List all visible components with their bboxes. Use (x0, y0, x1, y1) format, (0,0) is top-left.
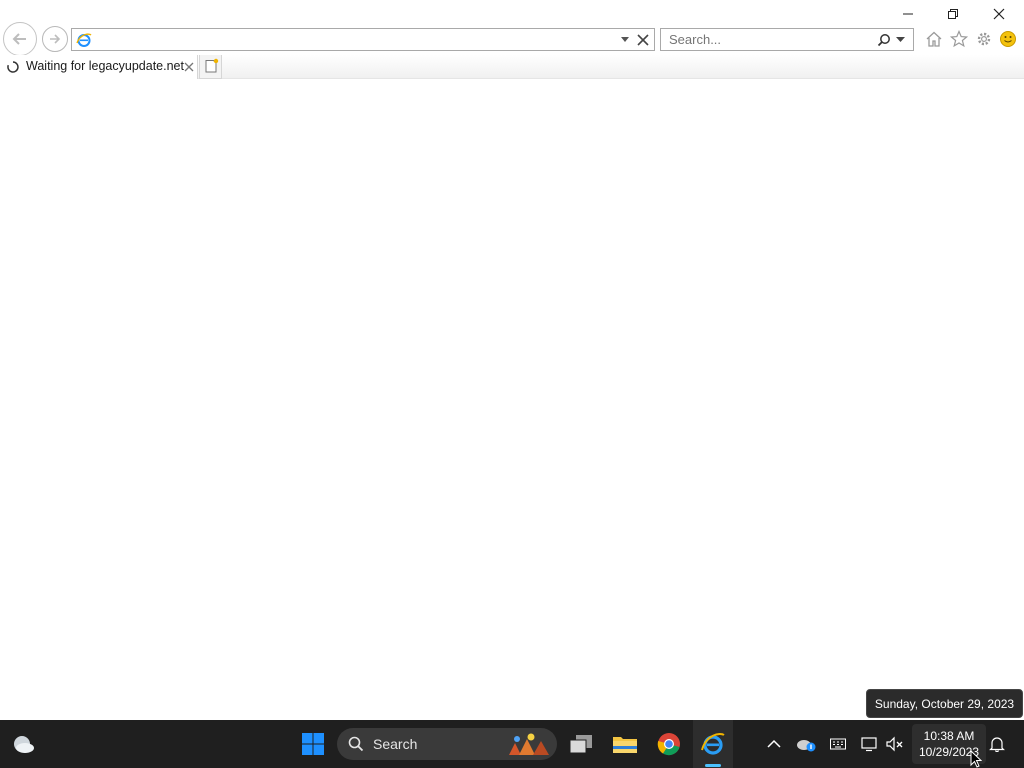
weather-widget[interactable] (6, 720, 40, 768)
onedrive-tray-button[interactable] (793, 720, 819, 768)
page-content[interactable] (0, 80, 1024, 720)
new-tab-button[interactable] (199, 55, 222, 79)
chrome-icon (657, 733, 680, 756)
chevron-up-icon (767, 739, 781, 748)
address-bar[interactable] (71, 28, 655, 51)
taskbar-search-label: Search (373, 736, 418, 752)
task-view-button[interactable] (563, 720, 599, 768)
start-button[interactable] (296, 720, 330, 768)
search-highlight-icon (509, 733, 549, 755)
task-view-icon (569, 735, 592, 754)
back-button[interactable] (3, 22, 37, 56)
stop-icon[interactable] (637, 34, 649, 46)
search-icon (348, 736, 364, 752)
search-dropdown-icon[interactable] (896, 37, 905, 43)
home-button[interactable] (923, 28, 945, 50)
tab-active[interactable]: Waiting for legacyupdate.net (0, 55, 198, 79)
address-input[interactable] (96, 30, 616, 49)
minimize-icon (903, 13, 913, 15)
restore-icon (948, 9, 958, 19)
chrome-button[interactable] (650, 720, 688, 768)
gear-icon (977, 32, 991, 46)
notifications-button[interactable] (986, 720, 1008, 768)
favorites-button[interactable] (948, 28, 970, 50)
tab-bar: Waiting for legacyupdate.net (0, 55, 1024, 79)
show-hidden-icons-button[interactable] (762, 720, 786, 768)
taskbar-search[interactable]: Search (337, 728, 557, 760)
search-box[interactable] (660, 28, 914, 51)
minimize-button[interactable] (885, 0, 931, 28)
internet-explorer-button[interactable] (693, 720, 733, 768)
keyboard-icon (830, 738, 846, 750)
close-window-button[interactable] (976, 0, 1022, 28)
folder-icon (613, 737, 637, 753)
internet-explorer-icon (701, 732, 725, 755)
home-icon (926, 31, 942, 47)
windows-start-icon (302, 733, 324, 755)
smiley-feedback-icon (1000, 31, 1016, 47)
restore-button[interactable] (930, 0, 976, 28)
loading-spinner-icon (7, 61, 19, 73)
favorites-star-icon (950, 30, 968, 48)
tab-title: Waiting for legacyupdate.net (26, 59, 184, 73)
tab-close-icon[interactable] (184, 62, 194, 72)
new-tab-icon (205, 58, 219, 73)
clock-time: 10:38 AM (923, 729, 975, 743)
forward-button[interactable] (42, 26, 68, 52)
volume-tray-button[interactable] (884, 720, 906, 768)
search-input[interactable] (667, 31, 867, 48)
mouse-cursor-icon (970, 750, 982, 768)
active-app-indicator (705, 764, 721, 767)
date-tooltip: Sunday, October 29, 2023 (866, 689, 1023, 718)
volume-muted-icon (886, 736, 903, 752)
touch-keyboard-button[interactable] (826, 720, 850, 768)
bell-icon (989, 737, 1005, 752)
file-explorer-button[interactable] (606, 720, 644, 768)
network-tray-button[interactable] (858, 720, 882, 768)
feedback-button[interactable] (997, 28, 1019, 50)
back-arrow-icon (12, 33, 26, 45)
weather-cloud-icon (14, 736, 34, 753)
network-icon (861, 737, 877, 752)
search-icon[interactable] (877, 33, 891, 47)
address-dropdown-icon[interactable] (620, 36, 630, 44)
tools-button[interactable] (973, 28, 995, 50)
forward-arrow-icon (50, 34, 61, 44)
close-icon (993, 8, 1005, 20)
onedrive-icon (797, 740, 816, 752)
ie-page-icon (76, 33, 92, 47)
